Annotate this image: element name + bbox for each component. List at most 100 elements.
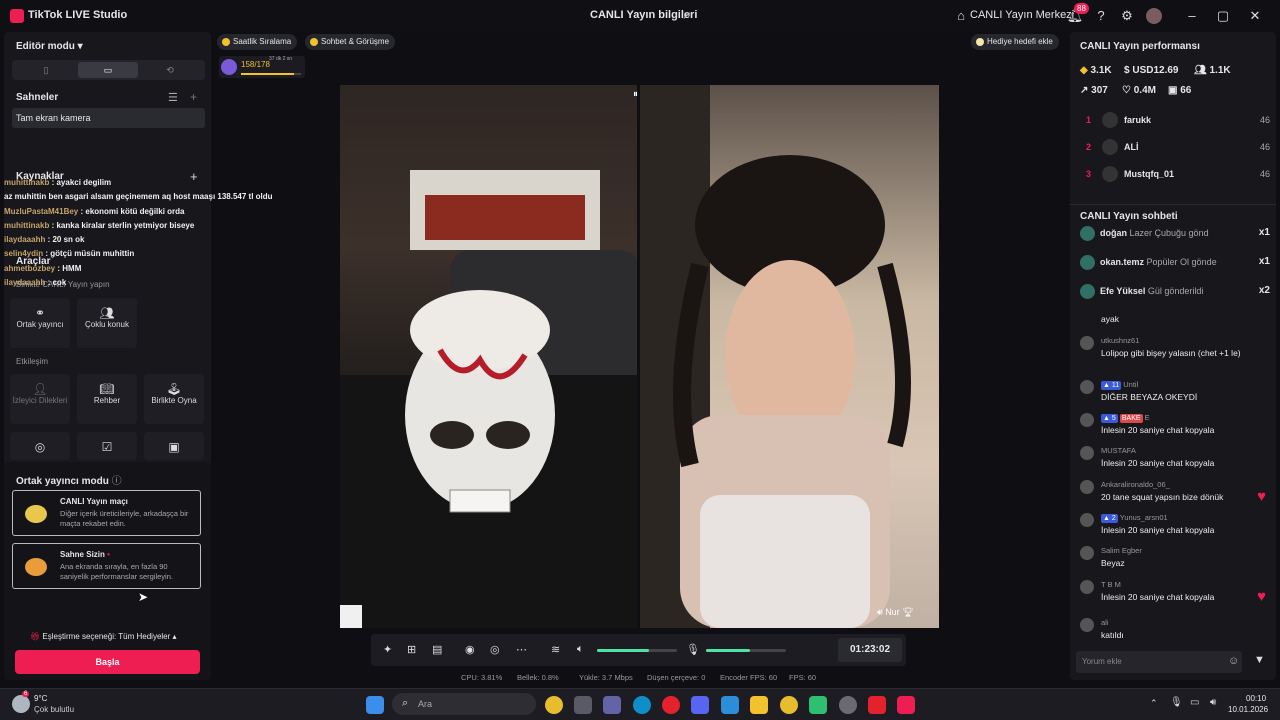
- taskbar-search[interactable]: Ara: [392, 693, 536, 715]
- home-icon[interactable]: ⌂: [952, 7, 970, 25]
- live-center-link[interactable]: CANLI Yayın Merkezi: [970, 9, 1074, 21]
- pause-icon[interactable]: ⏸: [633, 89, 638, 100]
- orientation-tabs: ▯ ▭ ⟲: [12, 60, 205, 80]
- chrome-active-icon[interactable]: [780, 696, 798, 714]
- explorer-icon[interactable]: [574, 696, 592, 714]
- share-icon[interactable]: ↗: [682, 9, 691, 22]
- chat-username: ▲ 5 BAKE E: [1101, 413, 1150, 423]
- hourly-ranking-pill[interactable]: Saatlik Sıralama: [217, 34, 298, 50]
- camera-icon[interactable]: ◎: [490, 643, 500, 656]
- list-icon[interactable]: ☰: [168, 91, 178, 104]
- clock-date[interactable]: 10.01.2026: [1228, 705, 1268, 714]
- youtube-icon[interactable]: [868, 696, 886, 714]
- rank-score: 46: [1259, 169, 1270, 179]
- close-icon[interactable]: ✕: [1246, 7, 1264, 25]
- viewer-wishes-button[interactable]: 👤︎ İzleyici Dilekleri: [10, 374, 70, 424]
- gift-row: okan.temz Popüler Ol gönde x1: [1080, 253, 1276, 273]
- settings-sliders-icon[interactable]: ≋: [551, 643, 560, 656]
- chat-title: CANLI Yayın sohbeti: [1080, 211, 1178, 222]
- box-icon: ▣: [168, 440, 180, 454]
- progress-time: 37 dk 2 sn: [269, 56, 293, 62]
- chat-text: İnlesin 20 saniye chat kopyala: [1101, 425, 1215, 435]
- speaker-volume-slider[interactable]: [597, 649, 677, 652]
- windows-start-icon[interactable]: [366, 696, 384, 714]
- comment-input[interactable]: Yorum ekle: [1076, 651, 1242, 673]
- cohost-tool-button[interactable]: ⚭ Ortak yayıncı: [10, 298, 70, 348]
- avatar[interactable]: [1146, 8, 1162, 24]
- scene-item[interactable]: Tam ekran kamera: [12, 108, 205, 128]
- rank-name: Mustqfq_01: [1124, 169, 1175, 179]
- emoji-icon[interactable]: ☺: [1228, 655, 1239, 667]
- volume-icon[interactable]: 🔊︎: [1210, 697, 1216, 708]
- app-green-icon[interactable]: [809, 696, 827, 714]
- guide-button[interactable]: 📖︎ Rehber: [77, 374, 137, 424]
- mic-tray-icon[interactable]: 🎙︎: [1170, 697, 1183, 708]
- tab-portrait[interactable]: ▯: [16, 62, 76, 78]
- gift-goal-button[interactable]: Hediye hedefi ekle: [971, 34, 1059, 50]
- heart-icon: ♥: [1257, 488, 1266, 505]
- gift-count: x2: [1258, 285, 1270, 296]
- teams-icon[interactable]: [603, 696, 621, 714]
- avatar: [1080, 546, 1094, 560]
- clock-time[interactable]: 00:10: [1246, 694, 1266, 703]
- mail-icon[interactable]: [721, 696, 739, 714]
- joystick-icon: 🕹︎: [166, 382, 182, 396]
- settings-app-icon[interactable]: [839, 696, 857, 714]
- tiktok-taskbar-icon[interactable]: [897, 696, 915, 714]
- ranking-row[interactable]: 1 farukk 46: [1080, 110, 1270, 130]
- tab-landscape[interactable]: ▭: [78, 62, 138, 78]
- rank-score: 46: [1259, 115, 1270, 125]
- network-icon[interactable]: ▭: [1190, 697, 1199, 708]
- stat-item: Encoder FPS: 60: [720, 673, 778, 682]
- title-bar: TikTok LIVE Studio CANLI Yayın bilgileri…: [0, 0, 1280, 32]
- card-title: Sahne Sizin •: [60, 550, 110, 559]
- discord-icon[interactable]: [691, 696, 709, 714]
- chrome-icon[interactable]: [545, 696, 563, 714]
- chat-call-pill[interactable]: Sohbet & Görüşme: [305, 34, 396, 50]
- level-badge: ▲ 5: [1101, 414, 1118, 423]
- weather-icon[interactable]: [12, 695, 30, 713]
- gift-sender: okan.temz Popüler Ol gönde: [1100, 257, 1217, 267]
- avatar: [1080, 513, 1094, 527]
- overlay-user: MuzluPastaM41Bey: [4, 206, 79, 216]
- level-badge: ▲ 2: [1101, 514, 1118, 523]
- record-icon[interactable]: ◉: [465, 643, 475, 656]
- overlay-msg: : HMM: [57, 263, 82, 273]
- edge-icon[interactable]: [633, 696, 651, 714]
- more-icon[interactable]: ⋯: [516, 643, 527, 656]
- play-together-button[interactable]: 🕹︎ Birlikte Oyna: [144, 374, 204, 424]
- tool-more-3[interactable]: ▣: [144, 432, 204, 460]
- ranking-row[interactable]: 3 Mustqfq_01 46: [1080, 164, 1270, 184]
- start-button[interactable]: Başla: [15, 650, 200, 674]
- help-icon[interactable]: ?: [1092, 7, 1110, 25]
- opera-icon[interactable]: [662, 696, 680, 714]
- editor-mode-dropdown[interactable]: Editör modu ▾: [16, 41, 83, 52]
- maximize-icon[interactable]: ▢: [1214, 7, 1232, 25]
- layout-icon[interactable]: ⊞: [407, 643, 416, 656]
- folder-icon[interactable]: [750, 696, 768, 714]
- screen-icon[interactable]: ▤: [432, 643, 442, 656]
- microphone-icon[interactable]: 🎙︎: [686, 643, 700, 656]
- tool-more-1[interactable]: ◎: [10, 432, 70, 460]
- overlay-user: selin4ydin: [4, 249, 44, 259]
- magic-icon[interactable]: ✦: [383, 643, 392, 656]
- tool-more-2[interactable]: ☑: [77, 432, 137, 460]
- multiguest-tool-button[interactable]: 👥︎ Çoklu konuk: [77, 298, 137, 348]
- ranking-row[interactable]: 2 ALİ 46: [1080, 137, 1270, 157]
- add-scene-icon[interactable]: +: [190, 90, 197, 104]
- speaker-icon[interactable]: 🔈︎: [577, 643, 584, 656]
- speaker-volume-fill: [597, 649, 649, 652]
- gear-icon[interactable]: ⚙: [1118, 7, 1136, 25]
- minimize-icon[interactable]: –: [1183, 7, 1201, 25]
- cohost-mode-panel: Ortak yayıncı modu ⓘ CANLI Yayın maçı Di…: [4, 462, 211, 680]
- match-option-dropdown[interactable]: 🎁︎ Eşleştirme seçeneği: Tüm Hediyeler ▴: [30, 632, 177, 641]
- filter-icon[interactable]: ▼: [1254, 654, 1265, 666]
- pillow: [425, 195, 585, 240]
- heart-icon: ♡: [1122, 85, 1131, 96]
- mic-volume-slider[interactable]: [706, 649, 786, 652]
- live-match-card[interactable]: CANLI Yayın maçı Diğer içerik üreticiler…: [12, 490, 201, 536]
- stage-card[interactable]: Sahne Sizin • Ana ekranda sırayla, en fa…: [12, 543, 201, 589]
- tray-chevron-icon[interactable]: ⌃: [1150, 698, 1158, 709]
- tab-rotate[interactable]: ⟲: [140, 62, 200, 78]
- trophy-icon: [222, 38, 230, 46]
